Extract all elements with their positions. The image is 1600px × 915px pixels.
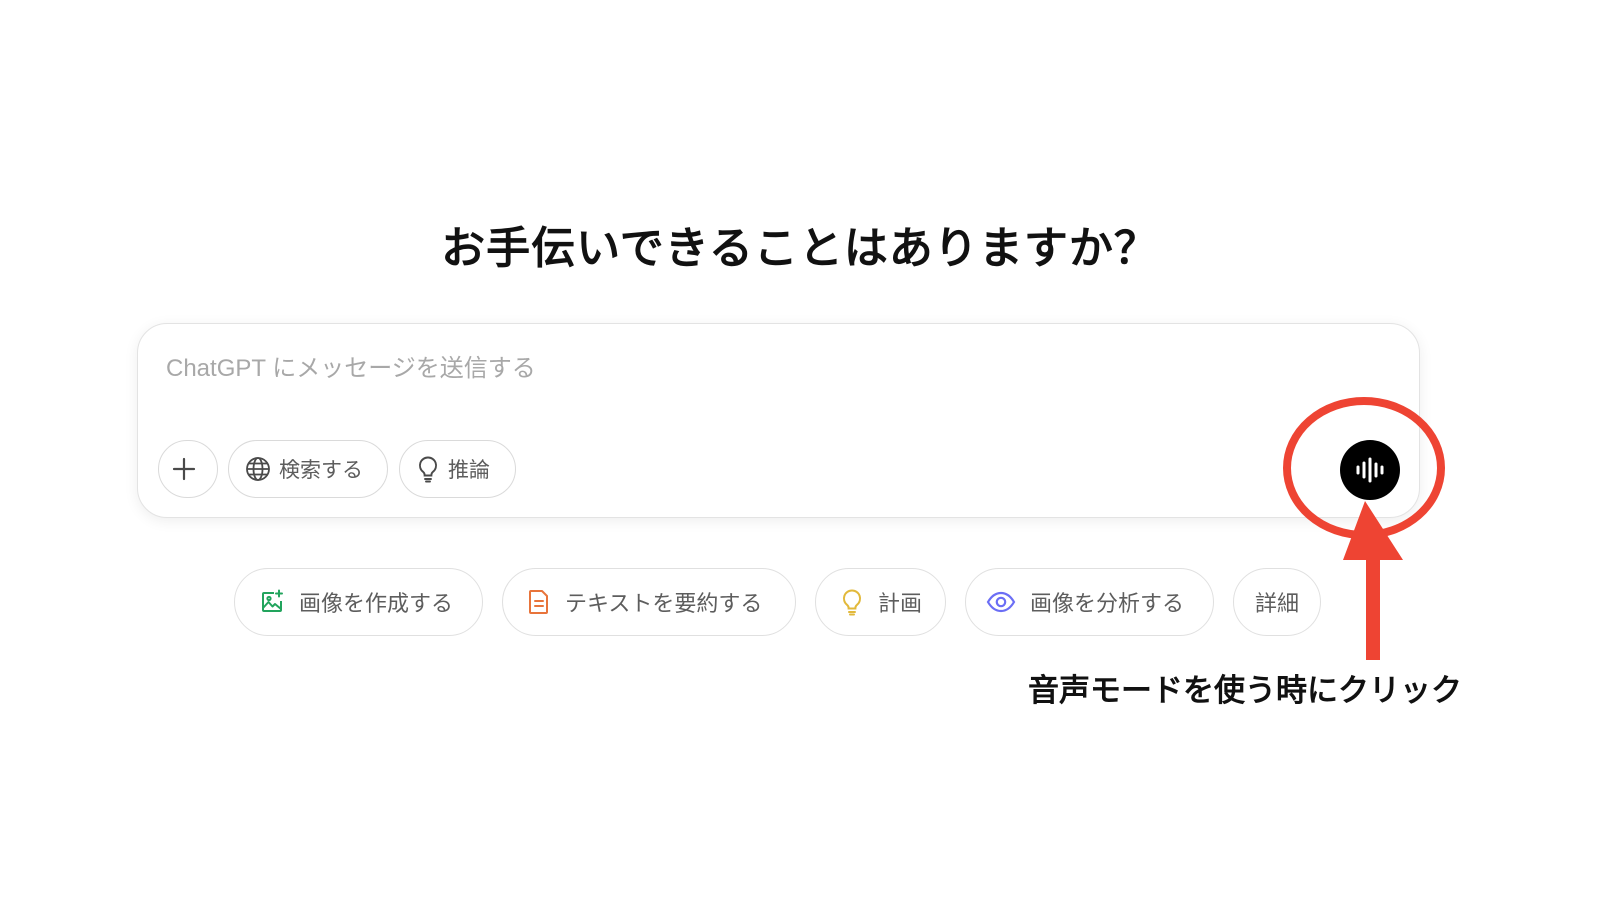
eye-icon: [986, 590, 1016, 614]
lightbulb-icon: [416, 455, 440, 483]
lightbulb-icon: [840, 588, 864, 616]
suggestion-label: 詳細: [1254, 592, 1299, 617]
reason-button-label: 推論: [448, 458, 490, 482]
search-button[interactable]: 検索する: [228, 440, 388, 498]
suggestion-create-image[interactable]: 画像を作成する: [234, 568, 483, 636]
message-input[interactable]: [164, 348, 1168, 390]
suggestion-label: 画像を分析する: [1030, 592, 1185, 617]
suggestion-plan[interactable]: 計画: [815, 568, 946, 636]
suggestion-label: テキストを要約する: [565, 592, 763, 617]
voice-waveform-icon: [1354, 457, 1386, 483]
suggestion-analyze-image[interactable]: 画像を分析する: [965, 568, 1214, 636]
plus-icon: [171, 456, 197, 482]
suggestion-more[interactable]: 詳細: [1233, 568, 1321, 636]
annotation-label: 音声モードを使う時にクリック: [1028, 673, 1462, 709]
page-title: お手伝いできることはありますか？: [441, 223, 1159, 274]
voice-mode-button[interactable]: [1340, 440, 1400, 500]
suggestion-summarize-text[interactable]: テキストを要約する: [502, 568, 796, 636]
search-button-label: 検索する: [279, 458, 363, 482]
globe-icon: [245, 456, 271, 482]
annotation-arrow: [1343, 501, 1403, 660]
attach-button[interactable]: [158, 440, 218, 498]
suggestion-label: 画像を作成する: [299, 592, 454, 617]
document-icon: [527, 588, 551, 616]
image-sparkle-icon: [259, 589, 285, 615]
suggestion-label: 計画: [878, 592, 923, 617]
reason-button[interactable]: 推論: [399, 440, 516, 498]
message-composer: 検索する 推論: [137, 323, 1420, 518]
